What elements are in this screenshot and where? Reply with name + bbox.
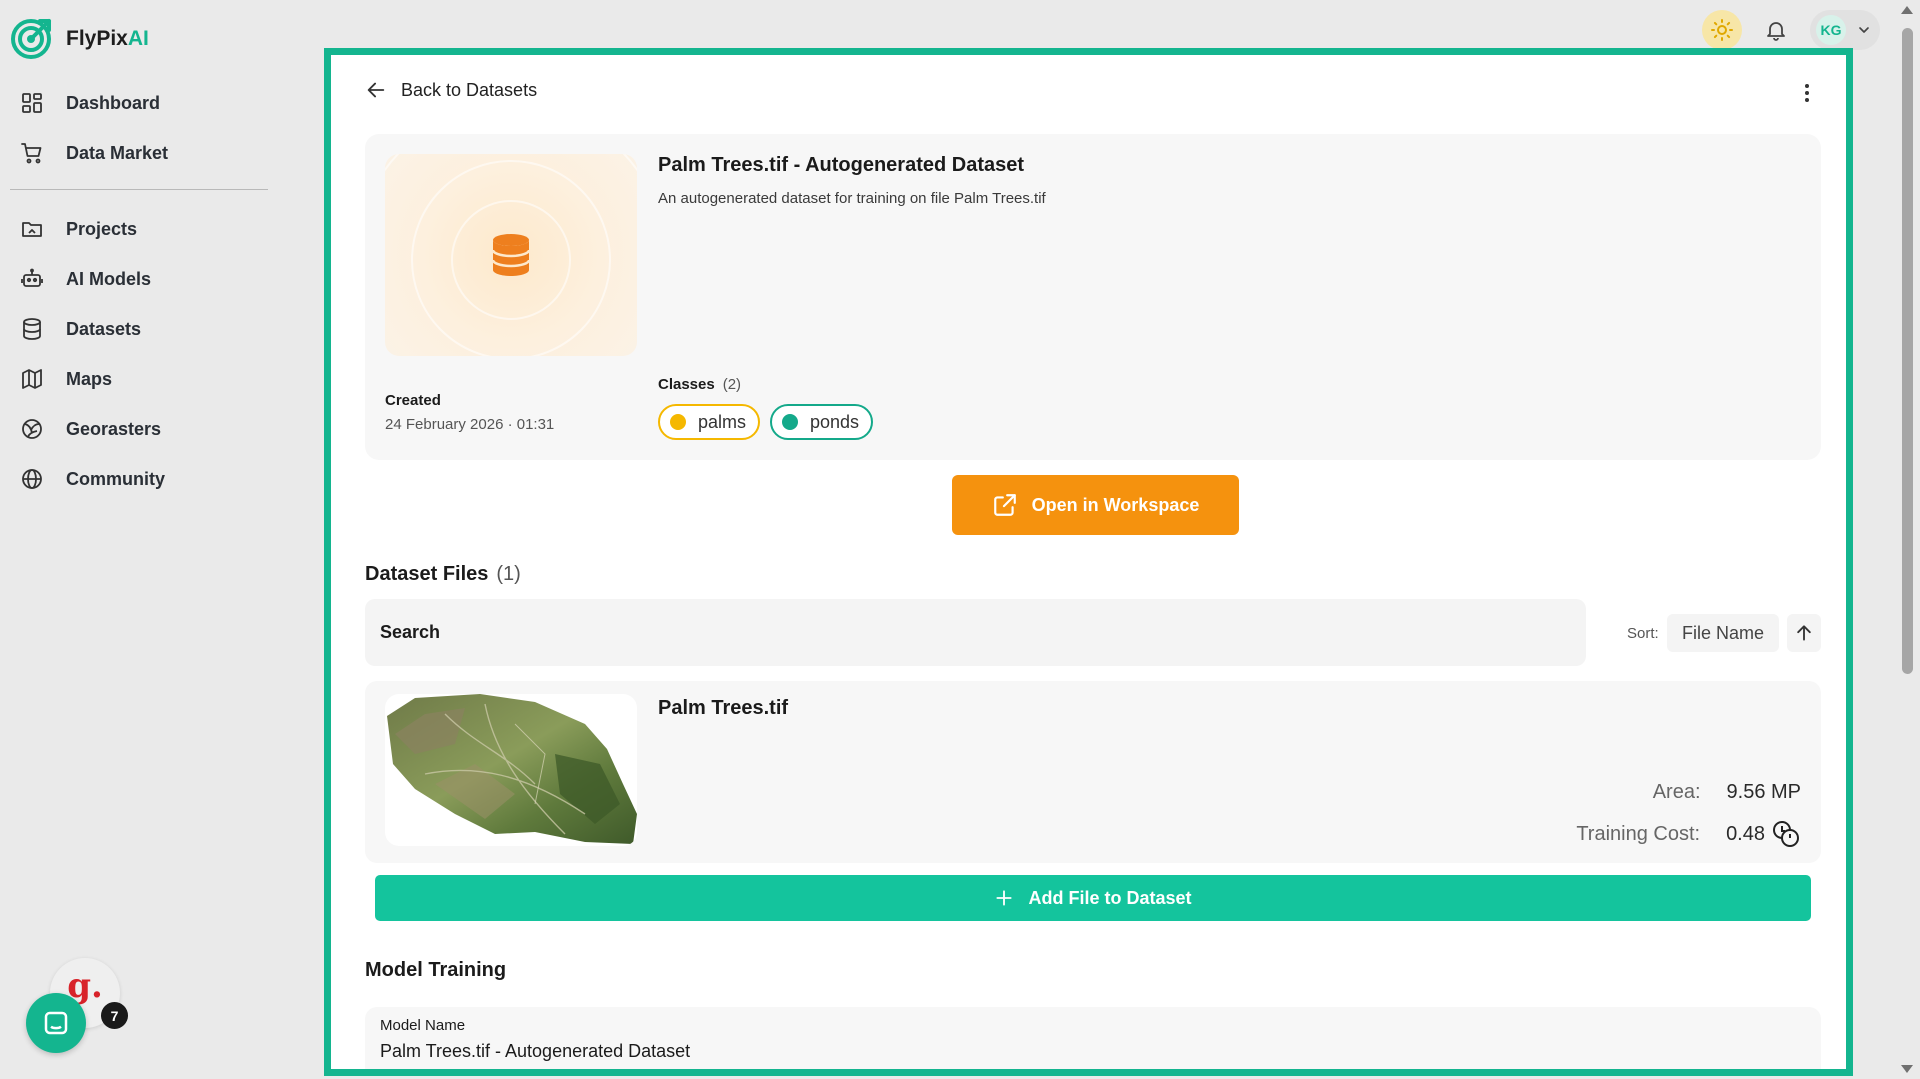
globe-grid-icon — [22, 419, 42, 439]
brand-name: FlyPixAI — [66, 27, 149, 50]
sidebar-item-georasters[interactable]: Georasters — [10, 404, 268, 454]
sidebar-item-label: Maps — [66, 368, 113, 389]
cost-label: Training Cost: — [1576, 822, 1701, 845]
sidebar-item-datasets[interactable]: Datasets — [10, 304, 268, 354]
flypix-logo-icon — [11, 19, 51, 59]
dataset-header-card: Palm Trees.tif - Autogenerated Dataset A… — [365, 134, 1821, 460]
user-menu-button[interactable]: KG — [1810, 10, 1880, 50]
dataset-description: An autogenerated dataset for training on… — [658, 190, 1046, 207]
file-name: Palm Trees.tif — [658, 697, 789, 719]
robot-icon — [21, 268, 43, 287]
sidebar-item-label: Projects — [66, 218, 138, 239]
notifications-button[interactable] — [1756, 10, 1796, 50]
plus-icon — [996, 890, 1013, 906]
sidebar-item-label: Georasters — [66, 418, 162, 439]
created-label: Created — [385, 392, 441, 409]
class-color-dot — [782, 414, 799, 430]
class-chip-palms[interactable]: palms — [658, 404, 761, 440]
page-scrollbar[interactable] — [1896, 0, 1920, 1079]
dataset-thumbnail — [385, 154, 637, 356]
model-name-label: Model Name — [380, 1017, 466, 1034]
sidebar-item-projects[interactable]: Projects — [10, 204, 268, 254]
sidebar-item-label: Dashboard — [66, 92, 161, 113]
sidebar-item-label: AI Models — [66, 268, 152, 289]
chevron-down-icon — [1859, 27, 1869, 33]
bell-icon — [1767, 22, 1785, 41]
database-icon — [23, 318, 41, 340]
sidebar-nav: Dashboard Data Market Projects AI Models… — [10, 78, 268, 504]
sidebar-item-ai-models[interactable]: AI Models — [10, 254, 268, 304]
model-training-card: Model Name Palm Trees.tif - Autogenerate… — [365, 1007, 1821, 1069]
arrow-left-icon — [367, 82, 385, 98]
area-value: 9.56 MP — [1726, 781, 1801, 803]
file-search-input[interactable] — [365, 599, 1586, 666]
class-name: palms — [698, 411, 747, 432]
classes-label: Classes (2) — [658, 376, 742, 393]
class-chips: palms ponds — [658, 404, 874, 440]
sort-field-select[interactable]: File Name — [1667, 614, 1779, 652]
created-value: 24 February 2026 · 01:31 — [385, 416, 555, 433]
dashboard-icon — [22, 93, 42, 113]
file-search-box — [365, 599, 1586, 666]
file-cost-metric: Training Cost: 0.48 — [1576, 819, 1801, 849]
area-label: Area: — [1652, 781, 1701, 803]
file-thumbnail — [385, 694, 637, 846]
sort-direction-button[interactable] — [1787, 614, 1821, 652]
sidebar-item-dashboard[interactable]: Dashboard — [10, 78, 268, 128]
sort-label: Sort: — [1627, 625, 1659, 642]
sun-icon — [1711, 19, 1733, 41]
sidebar-item-label: Datasets — [66, 318, 142, 339]
sort-field-value: File Name — [1681, 622, 1765, 643]
back-label: Back to Datasets — [401, 79, 538, 100]
files-count: (1) — [496, 563, 521, 585]
avatar: KG — [1816, 15, 1846, 45]
more-vertical-icon — [1805, 84, 1809, 102]
open-in-workspace-label: Open in Workspace — [1031, 494, 1200, 515]
scroll-thumb[interactable] — [1902, 28, 1913, 674]
chat-icon — [44, 1011, 68, 1035]
class-color-dot — [670, 414, 686, 430]
dataset-detail-panel: Back to Datasets Palm Trees.tif - Autoge… — [324, 48, 1853, 1076]
scroll-down-arrow-icon[interactable] — [1901, 1065, 1913, 1073]
theme-toggle-button[interactable] — [1702, 10, 1742, 50]
cart-icon — [21, 143, 42, 164]
model-name-value[interactable]: Palm Trees.tif - Autogenerated Dataset — [380, 1041, 690, 1062]
class-chip-ponds[interactable]: ponds — [770, 404, 874, 440]
sidebar-item-label: Community — [66, 468, 165, 489]
back-to-datasets-link[interactable]: Back to Datasets — [365, 79, 537, 101]
dataset-title: Palm Trees.tif - Autogenerated Dataset — [658, 154, 1025, 176]
credits-coin-icon — [1773, 821, 1799, 847]
file-area-metric: Area: 9.56 MP — [1653, 781, 1801, 804]
model-training-title: Model Training — [365, 959, 507, 981]
scroll-up-arrow-icon[interactable] — [1901, 6, 1913, 14]
sidebar: FlyPixAI Dashboard Data Market Projects … — [0, 0, 280, 1079]
cost-value: 0.48 — [1726, 822, 1765, 845]
notification-count-badge: 7 — [101, 1002, 128, 1029]
aerial-image-thumbnail — [387, 694, 637, 844]
database-icon — [491, 234, 531, 276]
brand[interactable]: FlyPixAI — [10, 18, 149, 60]
file-card[interactable]: Palm Trees.tif Area: 9.56 MP Training Co… — [365, 681, 1821, 863]
sidebar-divider — [10, 189, 268, 190]
map-icon — [22, 369, 42, 389]
class-name: ponds — [810, 411, 860, 432]
more-options-button[interactable] — [1795, 79, 1819, 107]
sidebar-item-maps[interactable]: Maps — [10, 354, 268, 404]
arrow-up-icon — [1797, 625, 1811, 641]
open-in-workspace-button[interactable]: Open in Workspace — [952, 475, 1239, 535]
classes-count: (2) — [722, 376, 742, 393]
chat-widget-button[interactable] — [26, 993, 86, 1053]
add-file-to-dataset-button[interactable]: Add File to Dataset — [375, 875, 1811, 921]
dataset-files-title: Dataset Files (1) — [365, 563, 521, 585]
sidebar-item-label: Data Market — [66, 142, 169, 163]
add-file-label: Add File to Dataset — [1028, 887, 1192, 908]
sidebar-item-community[interactable]: Community — [10, 454, 268, 504]
globe-icon — [22, 469, 42, 489]
topbar: KG — [1702, 10, 1880, 50]
folder-icon — [22, 222, 42, 237]
sidebar-item-data-market[interactable]: Data Market — [10, 128, 268, 178]
external-link-icon — [993, 494, 1016, 516]
